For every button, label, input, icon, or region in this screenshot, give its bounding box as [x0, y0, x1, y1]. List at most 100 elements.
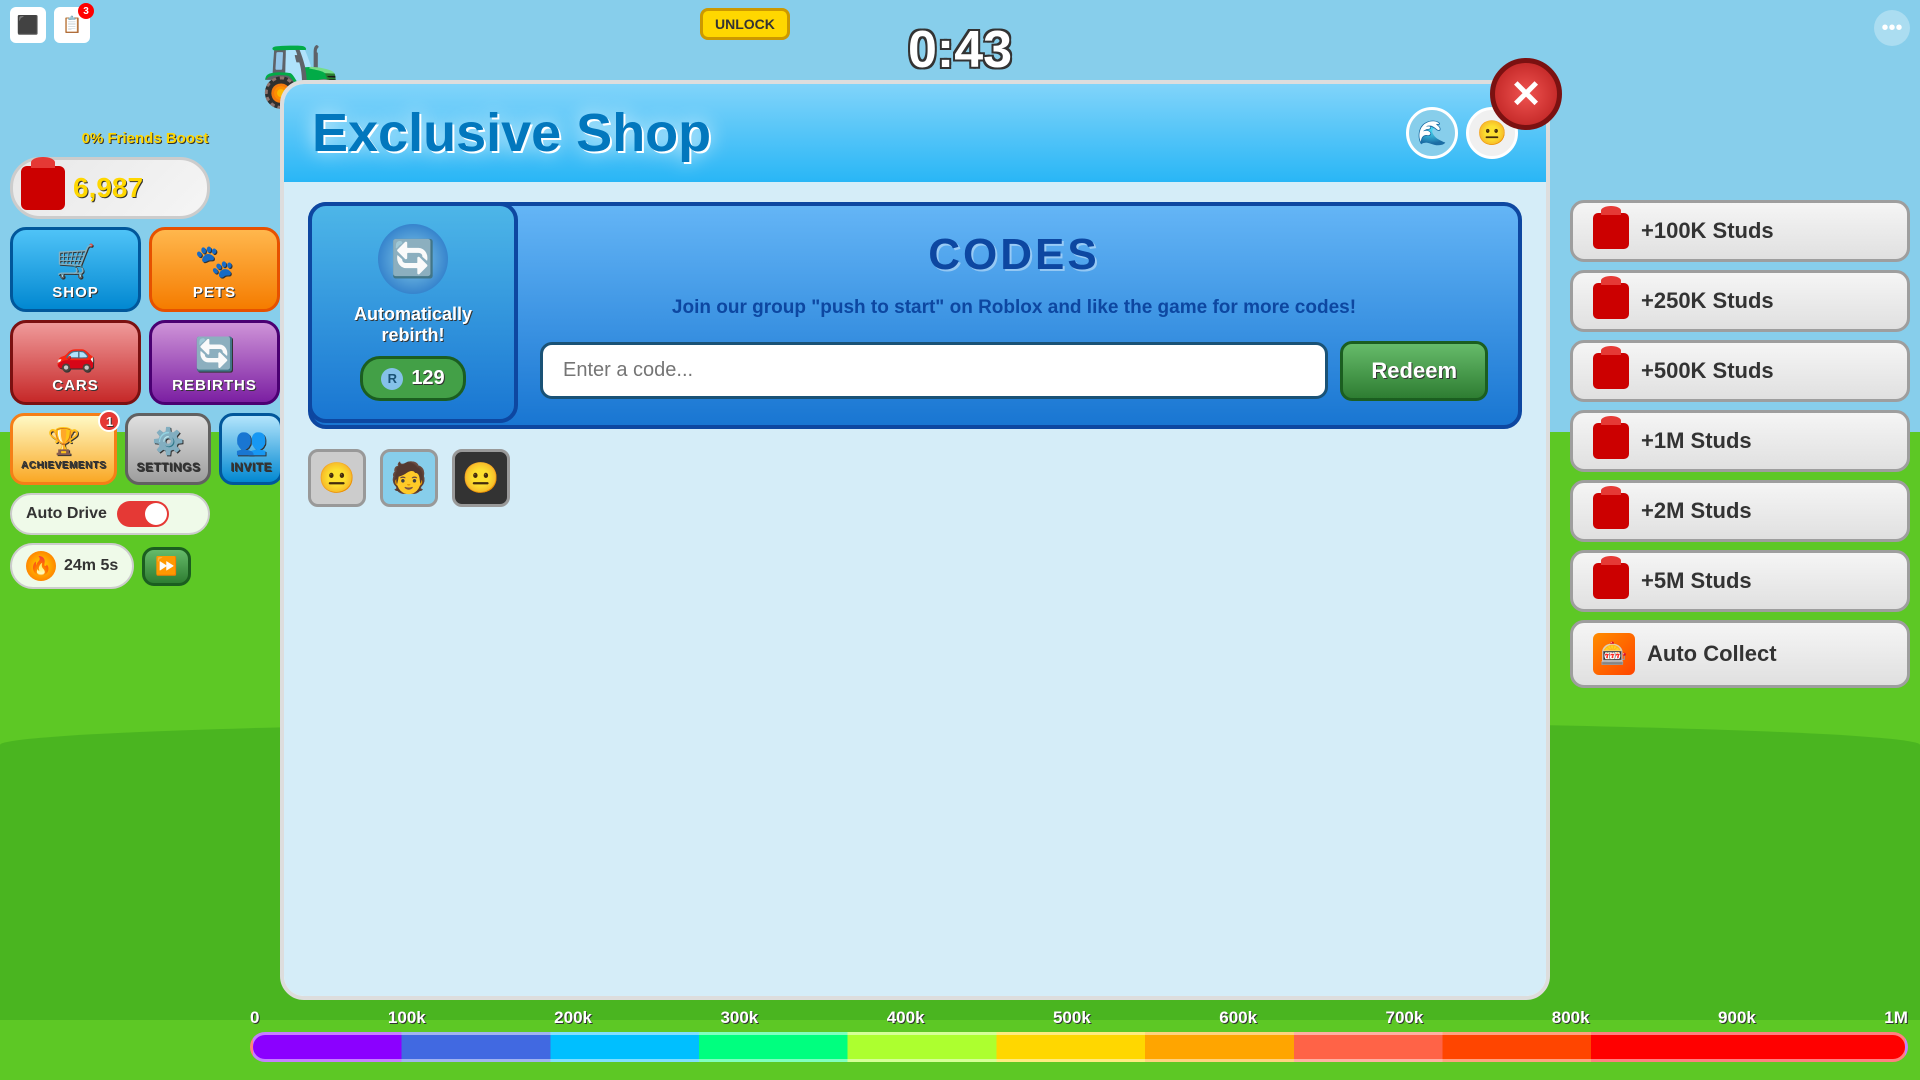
progress-label-400k: 400k	[887, 1008, 925, 1028]
500k-studs-label: +500K Studs	[1641, 358, 1774, 384]
shop-item-card[interactable]: 🔄 Automatically rebirth! R 129	[308, 202, 518, 423]
auto-collect-label: Auto Collect	[1647, 641, 1777, 667]
avatar-thumb-1: 😐	[308, 449, 366, 507]
codes-input-row: Redeem	[540, 341, 1488, 401]
100k-studs-button[interactable]: +100K Studs	[1570, 200, 1910, 262]
progress-bar-track	[250, 1032, 1908, 1062]
shop-item-buy-button[interactable]: R 129	[360, 356, 465, 401]
shop-item-description: Automatically rebirth!	[330, 304, 496, 346]
shop-item-price: 129	[411, 367, 444, 390]
timer-pill: 🔥 24m 5s	[10, 543, 134, 589]
auto-collect-icon: 🎰	[1593, 633, 1635, 675]
robux-icon: R	[381, 368, 403, 390]
100k-studs-label: +100K Studs	[1641, 218, 1774, 244]
shop-item-icon: 🔄	[378, 224, 448, 294]
rebirths-button[interactable]: 🔄 REBIRTHS	[149, 320, 280, 405]
achievements-badge: 1	[98, 410, 120, 432]
avatar-row: 😐 🧑 😐	[308, 433, 1522, 507]
auto-drive-toggle[interactable]	[117, 501, 169, 527]
2m-stud-icon	[1593, 493, 1629, 529]
timer-row: 🔥 24m 5s ⏩	[10, 543, 280, 589]
achievements-label: ACHIEVEMENTS	[21, 460, 106, 471]
avatar-thumb-2: 🧑	[380, 449, 438, 507]
exclusive-shop-modal: Exclusive Shop 🌊 😐 🔄 Automatically rebir…	[280, 80, 1550, 1000]
friends-boost-label: 0% Friends Boost	[10, 130, 280, 147]
auto-drive-label: Auto Drive	[26, 505, 107, 523]
avatar-1: 🌊	[1406, 107, 1458, 159]
cars-button[interactable]: 🚗 CARS	[10, 320, 141, 405]
cars-label: CARS	[52, 377, 99, 394]
auto-drive-row: Auto Drive	[10, 493, 210, 535]
bottom-nav-row: 1 🏆 ACHIEVEMENTS ⚙️ SETTINGS 👥 INVITE	[10, 413, 280, 485]
250k-studs-button[interactable]: +250K Studs	[1570, 270, 1910, 332]
cars-icon: 🚗	[56, 335, 96, 373]
progress-label-500k: 500k	[1053, 1008, 1091, 1028]
timer-countdown: 24m 5s	[64, 557, 118, 575]
progress-label-100k: 100k	[388, 1008, 426, 1028]
progress-label-700k: 700k	[1386, 1008, 1424, 1028]
shop-button[interactable]: 🛒 SHOP	[10, 227, 141, 312]
achievements-icon: 🏆	[48, 426, 80, 457]
settings-button[interactable]: ⚙️ SETTINGS	[125, 413, 211, 485]
modal-body: 🔄 Automatically rebirth! R 129 CODES Joi…	[284, 182, 1546, 1000]
1m-studs-label: +1M Studs	[1641, 428, 1752, 454]
5m-studs-button[interactable]: +5M Studs	[1570, 550, 1910, 612]
code-input[interactable]	[540, 342, 1328, 399]
invite-icon: 👥	[235, 426, 267, 457]
notification-badge: 3	[78, 3, 94, 19]
1m-stud-icon	[1593, 423, 1629, 459]
unlock-button[interactable]: UNLOCK	[700, 8, 790, 40]
game-timer: 0:43	[908, 20, 1012, 80]
close-button-container: ✕	[1490, 58, 1562, 130]
fast-forward-button[interactable]: ⏩	[142, 547, 190, 586]
currency-icon	[21, 166, 65, 210]
progress-label-200k: 200k	[554, 1008, 592, 1028]
auto-collect-button[interactable]: 🎰 Auto Collect	[1570, 620, 1910, 688]
flame-icon: 🔥	[26, 551, 56, 581]
progress-label-900k: 900k	[1718, 1008, 1756, 1028]
250k-studs-label: +250K Studs	[1641, 288, 1774, 314]
pets-label: PETS	[193, 284, 236, 301]
achievements-button[interactable]: 1 🏆 ACHIEVEMENTS	[10, 413, 117, 485]
500k-studs-button[interactable]: +500K Studs	[1570, 340, 1910, 402]
invite-button[interactable]: 👥 INVITE	[219, 413, 283, 485]
avatar-thumb-3: 😐	[452, 449, 510, 507]
menu-dots-button[interactable]: •••	[1874, 10, 1910, 46]
pets-icon: 🐾	[195, 242, 235, 280]
500k-stud-icon	[1593, 353, 1629, 389]
progress-labels: 0 100k 200k 300k 400k 500k 600k 700k 800…	[250, 1008, 1908, 1028]
currency-amount: 6,987	[73, 172, 143, 204]
settings-label: SETTINGS	[136, 460, 200, 474]
100k-stud-icon	[1593, 213, 1629, 249]
rebirths-icon: 🔄	[195, 335, 235, 373]
250k-stud-icon	[1593, 283, 1629, 319]
notification-button[interactable]: 📋 3	[54, 7, 90, 43]
left-panel: 0% Friends Boost 6,987 🛒 SHOP 🐾 PETS 🚗 C…	[10, 130, 280, 589]
1m-studs-button[interactable]: +1M Studs	[1570, 410, 1910, 472]
nav-grid: 🛒 SHOP 🐾 PETS 🚗 CARS 🔄 REBIRTHS	[10, 227, 280, 405]
5m-stud-icon	[1593, 563, 1629, 599]
progress-label-600k: 600k	[1219, 1008, 1257, 1028]
2m-studs-label: +2M Studs	[1641, 498, 1752, 524]
rebirths-label: REBIRTHS	[172, 377, 257, 394]
redeem-button[interactable]: Redeem	[1340, 341, 1488, 401]
close-modal-button[interactable]: ✕	[1490, 58, 1562, 130]
right-panel: +100K Studs +250K Studs +500K Studs +1M …	[1570, 200, 1910, 688]
progress-bar-section: 0 100k 200k 300k 400k 500k 600k 700k 800…	[250, 1008, 1908, 1062]
progress-label-300k: 300k	[720, 1008, 758, 1028]
settings-icon: ⚙️	[152, 426, 184, 457]
5m-studs-label: +5M Studs	[1641, 568, 1752, 594]
2m-studs-button[interactable]: +2M Studs	[1570, 480, 1910, 542]
top-bar-icons: ⬛ 📋 3	[10, 7, 90, 43]
top-right-menu: •••	[1874, 10, 1910, 46]
progress-label-800k: 800k	[1552, 1008, 1590, 1028]
modal-header: Exclusive Shop 🌊 😐	[284, 84, 1546, 182]
modal-wrapper: Exclusive Shop 🌊 😐 🔄 Automatically rebir…	[280, 80, 1550, 1000]
progress-label-0: 0	[250, 1008, 259, 1028]
roblox-icon[interactable]: ⬛	[10, 7, 46, 43]
pets-button[interactable]: 🐾 PETS	[149, 227, 280, 312]
shop-label: SHOP	[52, 284, 99, 301]
progress-label-1m: 1M	[1884, 1008, 1908, 1028]
shop-icon: 🛒	[56, 242, 96, 280]
toggle-knob	[145, 503, 167, 525]
